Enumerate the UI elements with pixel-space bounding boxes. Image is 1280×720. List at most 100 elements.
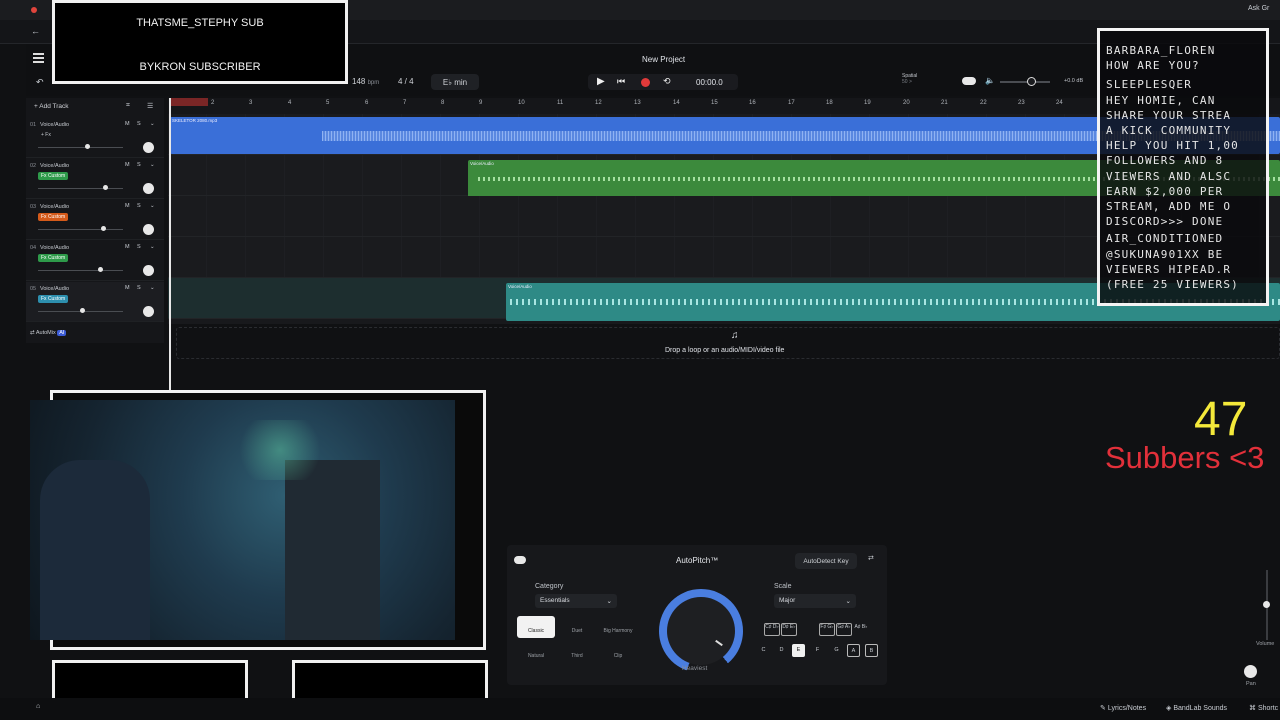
key-e[interactable]: E xyxy=(792,644,805,657)
pan-knob-main[interactable] xyxy=(1244,665,1257,678)
key-f[interactable]: F xyxy=(811,644,824,657)
volume-slider[interactable] xyxy=(38,147,123,148)
list-icon[interactable]: ☰ xyxy=(147,102,153,110)
chat-line: HELP YOU HIT 1,00 xyxy=(1106,139,1239,153)
chevron-down-icon[interactable]: ⌄ xyxy=(150,203,155,209)
style-clip[interactable]: Clip xyxy=(599,641,637,663)
key-a[interactable]: A xyxy=(847,644,860,657)
style-third[interactable]: Third xyxy=(558,641,596,663)
scale-select[interactable]: Major ⌄ xyxy=(774,594,856,608)
volume-slider[interactable] xyxy=(38,188,123,189)
volume-slider[interactable] xyxy=(38,270,123,271)
record-button[interactable] xyxy=(641,78,650,87)
shortcuts-button[interactable]: ⌘ Shortc xyxy=(1249,704,1278,712)
autopitch-toggle[interactable] xyxy=(514,556,526,564)
chevron-down-icon[interactable]: ⌄ xyxy=(150,244,155,250)
volume-handle[interactable] xyxy=(98,267,103,272)
ruler-tick: 9 xyxy=(479,100,483,106)
close-window-dot[interactable] xyxy=(31,7,37,13)
key-selector[interactable]: E♭ min xyxy=(431,74,479,90)
ai-badge: AI xyxy=(57,330,67,336)
mute-button[interactable]: M xyxy=(125,244,130,250)
mute-button[interactable]: M xyxy=(125,162,130,168)
pan-knob[interactable] xyxy=(143,142,154,153)
track-header-3[interactable]: 03 Voice/Audio Fx Custom M S ⌄ xyxy=(26,200,164,240)
key-d-sharp[interactable]: D♯ E♭ xyxy=(781,623,797,636)
track-header-2[interactable]: 02 Voice/Audio Fx Custom M S ⌄ xyxy=(26,159,164,199)
spatial-toggle[interactable] xyxy=(962,77,976,85)
chat-line: SLEEPLESQER xyxy=(1106,78,1193,92)
key-f-sharp[interactable]: F♯ G♭ xyxy=(819,623,835,636)
style-big-harmony[interactable]: Big Harmony xyxy=(599,616,637,638)
pitch-dial[interactable] xyxy=(667,597,735,665)
fx-badge[interactable]: Fx Custom xyxy=(38,213,69,221)
skip-back-icon[interactable]: ⏮ xyxy=(617,76,625,87)
volume-handle[interactable] xyxy=(103,185,108,190)
style-duet[interactable]: Duet xyxy=(558,616,596,638)
track-header-4[interactable]: 04 Voice/Audio Fx Custom M S ⌄ xyxy=(26,241,164,281)
pan-knob[interactable] xyxy=(143,265,154,276)
style-natural[interactable]: Natural xyxy=(517,641,555,663)
mute-button[interactable]: M xyxy=(125,203,130,209)
menu-icon[interactable] xyxy=(33,53,44,63)
category-select[interactable]: Essentials ⌄ xyxy=(535,594,617,608)
master-volume-handle[interactable] xyxy=(1027,77,1036,86)
chevron-down-icon[interactable]: ⌄ xyxy=(150,162,155,168)
time-signature[interactable]: 4 / 4 xyxy=(398,77,414,86)
fx-badge[interactable]: Fx Custom xyxy=(38,295,69,303)
key-g[interactable]: G xyxy=(830,644,843,657)
loop-region[interactable] xyxy=(170,98,208,106)
key-g-sharp[interactable]: G♯ A♭ xyxy=(836,623,852,636)
solo-button[interactable]: S xyxy=(137,285,141,291)
tool-icon[interactable]: ⌗ xyxy=(126,102,130,110)
lyrics-notes-button[interactable]: ✎ Lyrics/Notes xyxy=(1100,704,1146,712)
pan-knob[interactable] xyxy=(143,224,154,235)
volume-handle[interactable] xyxy=(101,226,106,231)
spatial-control[interactable]: Spatial 50 > xyxy=(902,73,917,85)
chevron-down-icon[interactable]: ⌄ xyxy=(150,121,155,127)
autodetect-key-button[interactable]: AutoDetect Key xyxy=(795,553,857,569)
add-track-button[interactable]: + Add Track xyxy=(34,103,69,110)
automix-row[interactable]: ⇄ AutoMix AI xyxy=(30,330,67,336)
style-classic[interactable]: Classic xyxy=(517,616,555,638)
bandlab-sounds-button[interactable]: ◈ BandLab Sounds xyxy=(1166,704,1227,712)
loop-icon[interactable]: ⟲ xyxy=(663,76,671,87)
undo-icon[interactable]: ↶ xyxy=(36,77,44,88)
automix-icon: ⇄ xyxy=(30,330,35,336)
pan-knob[interactable] xyxy=(143,306,154,317)
mute-button[interactable]: M xyxy=(125,285,130,291)
fx-badge[interactable]: Fx Custom xyxy=(38,172,69,180)
volume-fader-handle[interactable] xyxy=(1263,601,1270,608)
subscriber-overlay: THATSME_STEPHY SUB BYKRON SUBSCRIBER xyxy=(52,0,348,84)
pan-knob[interactable] xyxy=(143,183,154,194)
key-a-sharp[interactable]: A♯ B♭ xyxy=(853,624,869,637)
solo-button[interactable]: S xyxy=(137,203,141,209)
volume-handle[interactable] xyxy=(85,144,90,149)
scale-label: Scale xyxy=(774,583,792,590)
fx-badge[interactable]: + Fx xyxy=(38,131,54,139)
key-b[interactable]: B xyxy=(865,644,878,657)
drop-zone[interactable]: ♫ Drop a loop or an audio/MIDI/video fil… xyxy=(176,327,1280,359)
key-d[interactable]: D xyxy=(775,644,788,657)
back-arrow-icon[interactable]: ← xyxy=(31,26,40,36)
footer-tool-icon[interactable]: ⌂ xyxy=(36,703,40,710)
solo-button[interactable]: S xyxy=(137,162,141,168)
solo-button[interactable]: S xyxy=(137,244,141,250)
solo-button[interactable]: S xyxy=(137,121,141,127)
playhead[interactable] xyxy=(169,98,171,393)
fx-badge[interactable]: Fx Custom xyxy=(38,254,69,262)
master-volume-slider[interactable] xyxy=(1000,81,1050,83)
key-c-sharp[interactable]: C♯ D♭ xyxy=(764,623,780,636)
volume-handle[interactable] xyxy=(80,308,85,313)
play-icon[interactable]: ▶ xyxy=(597,76,605,87)
settings-icon[interactable]: ⇄ xyxy=(868,554,874,562)
key-c[interactable]: C xyxy=(757,644,770,657)
chevron-down-icon[interactable]: ⌄ xyxy=(150,285,155,291)
mute-button[interactable]: M xyxy=(125,121,130,127)
ask-button[interactable]: Ask Gr xyxy=(1248,5,1269,12)
bpm-display[interactable]: 148 bpm xyxy=(352,77,379,86)
volume-slider[interactable] xyxy=(38,229,123,230)
track-header-5[interactable]: 05 Voice/Audio Fx Custom M S ⌄ xyxy=(26,282,164,322)
chat-line: DISCORD>>> DONE xyxy=(1106,215,1224,229)
track-header-1[interactable]: 01 Voice/Audio + Fx M S ⌄ xyxy=(26,118,164,158)
